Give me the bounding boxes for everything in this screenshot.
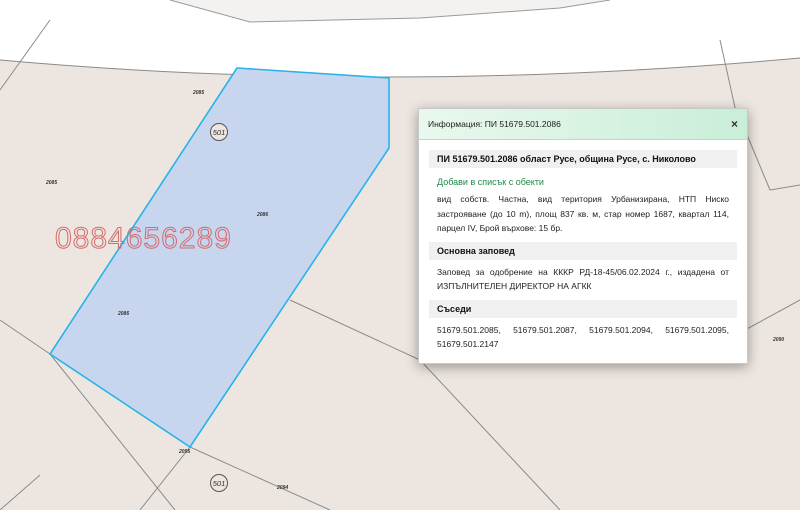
neighbors-heading: Съседи bbox=[429, 299, 737, 318]
phone-watermark: 0884656289 bbox=[55, 222, 232, 256]
neighbor-link[interactable]: 51679.501.2085, bbox=[437, 323, 501, 338]
close-icon[interactable]: × bbox=[731, 118, 738, 130]
popup-body: ПИ 51679.501.2086 област Русе, община Ру… bbox=[419, 140, 747, 358]
neighbor-link[interactable]: 51679.501.2147 bbox=[437, 337, 498, 352]
parcel-label: 2085 bbox=[192, 90, 204, 96]
neighbor-link[interactable]: 51679.501.2094, bbox=[589, 323, 653, 338]
parcel-label: 2086 bbox=[117, 311, 129, 317]
parcel-label: 2085 bbox=[45, 180, 57, 186]
parcel-label: 2094 bbox=[276, 485, 288, 491]
info-popup: Информация: ПИ 51679.501.2086 × ПИ 51679… bbox=[418, 108, 748, 364]
order-text: Заповед за одобрение на КККР РД-18-45/06… bbox=[437, 266, 729, 292]
popup-title: Информация: ПИ 51679.501.2086 bbox=[428, 119, 561, 129]
popup-header: Информация: ПИ 51679.501.2086 × bbox=[419, 109, 747, 140]
parcel-description: вид собств. Частна, вид територия Урбани… bbox=[437, 194, 729, 233]
block-badge: 501 bbox=[210, 474, 228, 492]
neighbor-link[interactable]: 51679.501.2087, bbox=[513, 323, 577, 338]
add-to-list-link[interactable]: Добави в списък с обекти bbox=[429, 168, 737, 187]
neighbor-link[interactable]: 51679.501.2095, bbox=[665, 323, 729, 338]
parcel-label: 2095 bbox=[178, 449, 190, 455]
parcel-label: 2090 bbox=[772, 337, 784, 343]
block-number: 501 bbox=[213, 128, 226, 137]
parcel-label: 2086 bbox=[256, 212, 268, 218]
neighbors-list: 51679.501.2085, 51679.501.2087, 51679.50… bbox=[429, 318, 737, 358]
block-number: 501 bbox=[213, 479, 226, 488]
order-heading: Основна заповед bbox=[429, 241, 737, 260]
parcel-heading: ПИ 51679.501.2086 област Русе, община Ру… bbox=[429, 150, 737, 168]
block-badge: 501 bbox=[210, 123, 228, 141]
